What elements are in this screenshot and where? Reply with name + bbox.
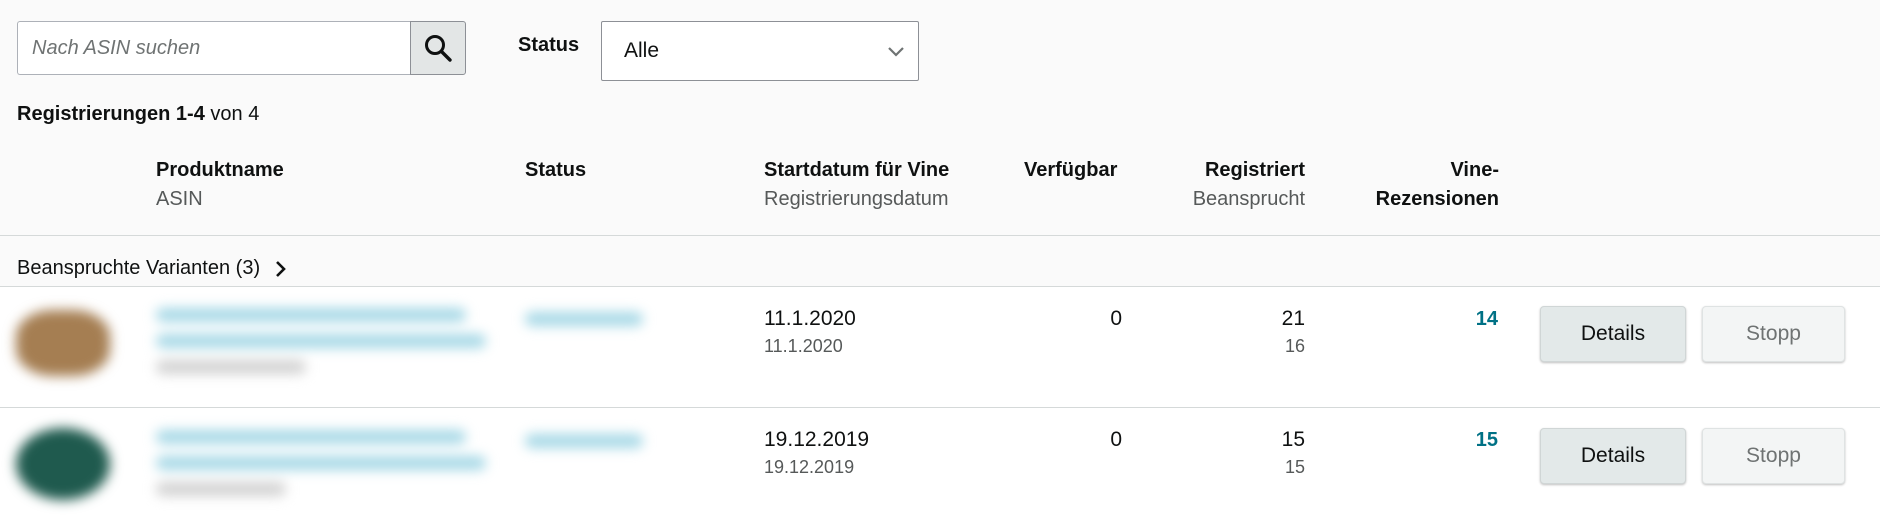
available-count: 0: [1110, 307, 1122, 330]
product-image[interactable]: [16, 310, 110, 376]
start-date: 19.12.2019: [764, 428, 870, 451]
header-status[interactable]: Status: [525, 156, 586, 185]
product-title-link[interactable]: [156, 430, 486, 496]
claimed-variants-label: Beanspruchte Varianten (3): [17, 257, 261, 279]
header-start-date[interactable]: Startdatum für Vine Registrierungsdatum: [764, 156, 949, 214]
chevron-right-icon: [276, 260, 286, 277]
available-count: 0: [1110, 428, 1122, 451]
header-registered-title: Registriert: [1204, 159, 1305, 181]
details-button[interactable]: Details: [1540, 428, 1686, 484]
header-start-sub: Registrierungsdatum: [764, 188, 949, 210]
registration-date: 19.12.2019: [764, 457, 855, 477]
registered-count: 21: [1281, 307, 1305, 330]
header-available-title: Verfügbar: [1024, 159, 1118, 181]
claimed-count: 16: [1284, 336, 1305, 356]
status-filter-select[interactable]: Alle: [601, 21, 919, 81]
vine-reviews-link[interactable]: 15: [1476, 429, 1498, 452]
details-button[interactable]: Details: [1540, 306, 1686, 362]
header-status-title: Status: [525, 159, 587, 181]
product-title-link[interactable]: [156, 308, 486, 374]
chevron-down-icon: [888, 47, 904, 57]
product-image[interactable]: [16, 428, 110, 500]
search-input[interactable]: [17, 21, 410, 75]
status-filter-value: Alle: [624, 39, 660, 62]
header-vine-reviews[interactable]: Vine- Rezensionen: [1376, 156, 1499, 214]
status-link[interactable]: [525, 434, 643, 448]
start-date: 11.1.2020: [764, 307, 856, 330]
claimed-count: 15: [1284, 457, 1305, 477]
claimed-variants-toggle[interactable]: Beanspruchte Varianten (3): [17, 257, 288, 280]
header-registered[interactable]: Registriert Beansprucht: [1193, 156, 1305, 214]
registration-total: von 4: [204, 103, 260, 125]
stop-button[interactable]: Stopp: [1702, 306, 1845, 362]
header-product[interactable]: Produktname ASIN: [156, 156, 284, 214]
header-registered-sub: Beansprucht: [1192, 188, 1305, 210]
search-icon: [425, 35, 452, 62]
search-button[interactable]: [410, 21, 466, 75]
registration-range: Registrierungen 1-4: [17, 103, 205, 125]
header-reviews-line1: Vine-: [1450, 159, 1499, 181]
header-product-sub: ASIN: [156, 188, 203, 210]
header-divider: [0, 235, 1880, 236]
registered-count: 15: [1281, 428, 1305, 451]
registration-date: 11.1.2020: [764, 336, 843, 356]
registration-count: Registrierungen 1-4 von 4: [17, 103, 259, 126]
status-link[interactable]: [525, 312, 643, 326]
header-reviews-line2: Rezensionen: [1375, 188, 1499, 210]
header-start-title: Startdatum für Vine: [764, 159, 950, 181]
status-filter-label: Status: [518, 34, 580, 56]
stop-button[interactable]: Stopp: [1702, 428, 1845, 484]
header-available[interactable]: Verfügbar: [1024, 156, 1117, 185]
header-product-title: Produktname: [156, 159, 284, 181]
vine-reviews-link[interactable]: 14: [1476, 308, 1498, 331]
